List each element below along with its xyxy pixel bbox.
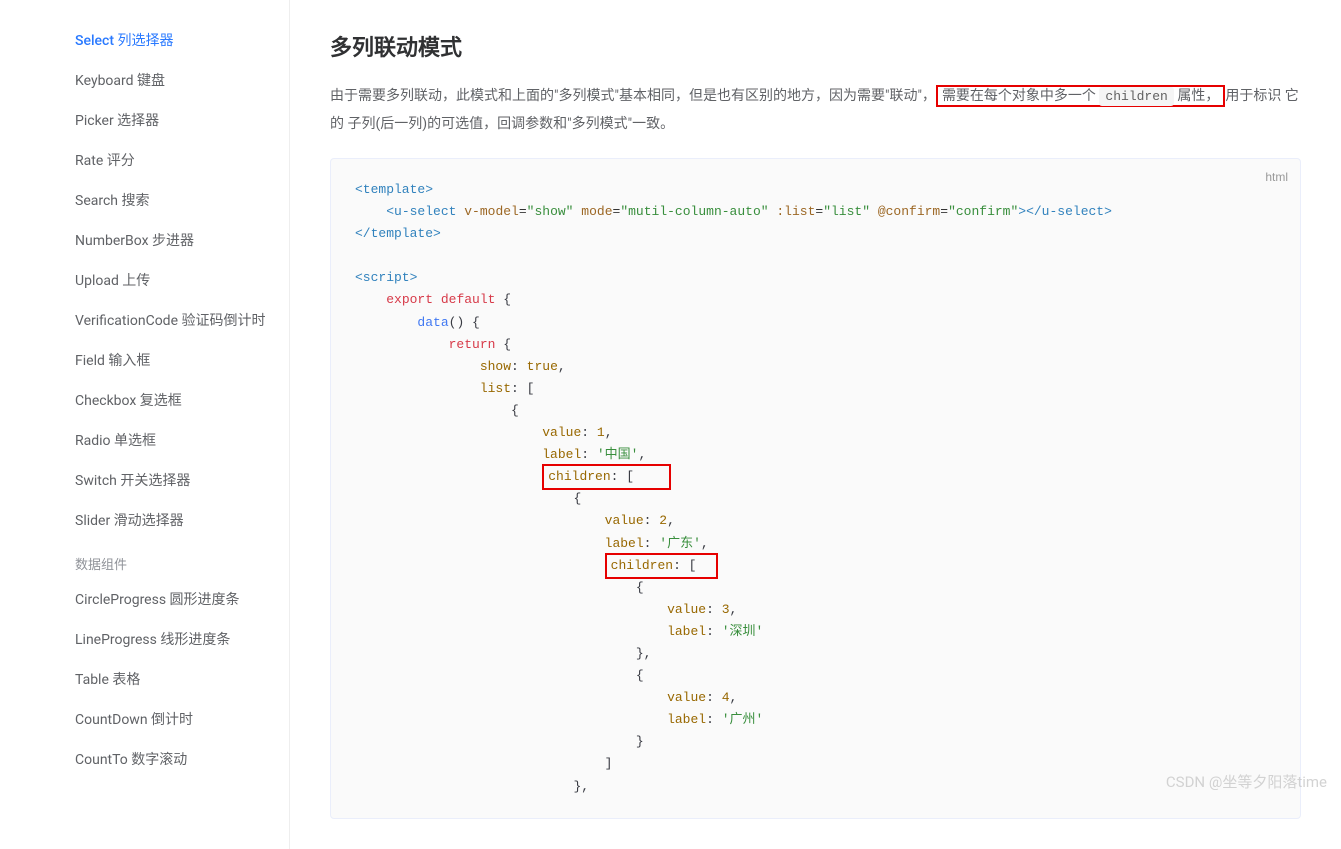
sidebar-item-lineprogress[interactable]: LineProgress 线形进度条 xyxy=(75,619,289,659)
sidebar-item-slider[interactable]: Slider 滑动选择器 xyxy=(75,500,289,540)
watermark: CSDN @坐等夕阳落time xyxy=(1166,771,1327,792)
highlight-annotation-children-2: children: [ xyxy=(605,553,718,579)
sidebar-group-label: 数据组件 xyxy=(75,540,289,579)
sidebar-item-picker[interactable]: Picker 选择器 xyxy=(75,100,289,140)
highlight-annotation-children-1: children: [ xyxy=(542,464,671,490)
highlight-annotation: 需要在每个对象中多一个 children 属性， xyxy=(936,85,1225,107)
sidebar-item-switch[interactable]: Switch 开关选择器 xyxy=(75,460,289,500)
sidebar-item-countdown[interactable]: CountDown 倒计时 xyxy=(75,699,289,739)
main-content: 多列联动模式 由于需要多列联动，此模式和上面的"多列模式"基本相同，但是也有区别… xyxy=(290,0,1341,849)
code-language-label: html xyxy=(1265,167,1288,187)
description: 由于需要多列联动，此模式和上面的"多列模式"基本相同，但是也有区别的地方，因为需… xyxy=(330,82,1301,138)
sidebar-item-circleprogress[interactable]: CircleProgress 圆形进度条 xyxy=(75,579,289,619)
sidebar-item-verification[interactable]: VerificationCode 验证码倒计时 xyxy=(75,300,289,340)
sidebar-item-countto[interactable]: CountTo 数字滚动 xyxy=(75,739,289,779)
code-content: <template> <u-select v-model="show" mode… xyxy=(355,179,1276,798)
sidebar-item-field[interactable]: Field 输入框 xyxy=(75,340,289,380)
sidebar: Select 列选择器 Keyboard 键盘 Picker 选择器 Rate … xyxy=(0,0,290,849)
sidebar-item-upload[interactable]: Upload 上传 xyxy=(75,260,289,300)
sidebar-item-rate[interactable]: Rate 评分 xyxy=(75,140,289,180)
sidebar-item-search[interactable]: Search 搜索 xyxy=(75,180,289,220)
sidebar-item-radio[interactable]: Radio 单选框 xyxy=(75,420,289,460)
code-block: html <template> <u-select v-model="show"… xyxy=(330,158,1301,819)
sidebar-item-keyboard[interactable]: Keyboard 键盘 xyxy=(75,60,289,100)
sidebar-item-table[interactable]: Table 表格 xyxy=(75,659,289,699)
sidebar-item-select[interactable]: Select 列选择器 xyxy=(75,20,289,60)
sidebar-item-checkbox[interactable]: Checkbox 复选框 xyxy=(75,380,289,420)
page-title: 多列联动模式 xyxy=(330,30,1301,62)
sidebar-item-numberbox[interactable]: NumberBox 步进器 xyxy=(75,220,289,260)
inline-code: children xyxy=(1099,87,1173,106)
